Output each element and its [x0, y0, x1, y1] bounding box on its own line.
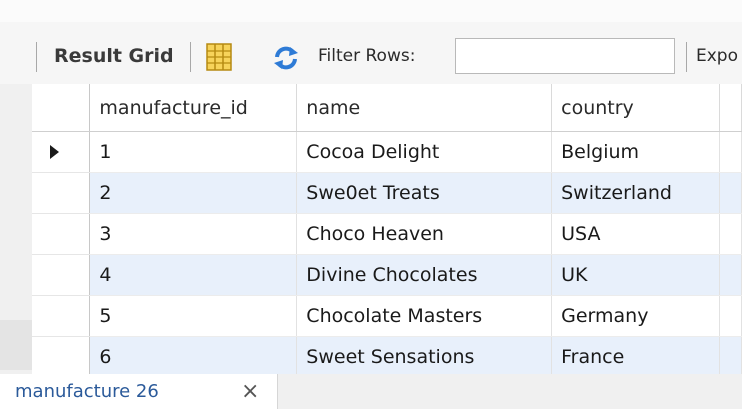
cell-manufacture-id[interactable]: 5: [89, 295, 298, 337]
cell-filler: [719, 295, 742, 337]
current-row-arrow-icon: [50, 145, 59, 159]
tab-manufacture-26[interactable]: manufacture 26 ×: [0, 374, 278, 409]
table-row[interactable]: 5 Chocolate Masters Germany: [32, 295, 742, 337]
cell-manufacture-id[interactable]: 6: [89, 336, 298, 374]
result-table: manufacture_id name country 1 Cocoa Deli…: [32, 84, 742, 374]
row-indicator[interactable]: [32, 172, 91, 214]
row-indicator[interactable]: [32, 254, 91, 296]
cell-name[interactable]: Divine Chocolates: [296, 254, 553, 296]
table-row[interactable]: 2 Swe0et Treats Switzerland: [32, 172, 742, 214]
result-tab-bar: manufacture 26 ×: [0, 374, 742, 409]
export-button[interactable]: Expo: [696, 46, 738, 66]
filter-rows-label: Filter Rows:: [318, 46, 416, 66]
close-icon[interactable]: ×: [241, 380, 259, 404]
row-indicator[interactable]: [32, 295, 91, 337]
cell-country[interactable]: Belgium: [551, 131, 720, 173]
row-indicator-header: [32, 84, 91, 132]
cell-country[interactable]: France: [551, 336, 720, 374]
result-grid-label: Result Grid: [54, 45, 174, 67]
header-row: manufacture_id name country: [32, 84, 742, 132]
cell-manufacture-id[interactable]: 4: [89, 254, 298, 296]
refresh-icon[interactable]: [272, 44, 300, 72]
cell-filler: [719, 131, 742, 173]
toolbar-separator: [36, 42, 37, 72]
cell-manufacture-id[interactable]: 2: [89, 172, 298, 214]
column-header-name[interactable]: name: [296, 84, 553, 132]
cell-filler: [719, 254, 742, 296]
cell-filler: [719, 336, 742, 374]
cell-name[interactable]: Cocoa Delight: [296, 131, 553, 173]
column-header-filler: [719, 84, 742, 132]
grid-layout-icon[interactable]: [206, 43, 232, 71]
cell-name[interactable]: Swe0et Treats: [296, 172, 553, 214]
top-strip: [0, 0, 742, 22]
filter-rows-input[interactable]: [455, 38, 675, 74]
table-row[interactable]: 3 Choco Heaven USA: [32, 213, 742, 255]
row-indicator[interactable]: [32, 336, 91, 374]
column-header-manufacture-id[interactable]: manufacture_id: [89, 84, 298, 132]
table-row[interactable]: 6 Sweet Sensations France: [32, 336, 742, 374]
table-row[interactable]: 4 Divine Chocolates UK: [32, 254, 742, 296]
grid-gutter: [0, 320, 32, 370]
column-header-country[interactable]: country: [551, 84, 720, 132]
cell-country[interactable]: Germany: [551, 295, 720, 337]
table-row[interactable]: 1 Cocoa Delight Belgium: [32, 131, 742, 173]
cell-manufacture-id[interactable]: 3: [89, 213, 298, 255]
cell-country[interactable]: USA: [551, 213, 720, 255]
toolbar-separator: [190, 42, 191, 72]
cell-filler: [719, 172, 742, 214]
cell-name[interactable]: Choco Heaven: [296, 213, 553, 255]
cell-country[interactable]: Switzerland: [551, 172, 720, 214]
tab-label: manufacture 26: [15, 381, 159, 402]
cell-country[interactable]: UK: [551, 254, 720, 296]
cell-manufacture-id[interactable]: 1: [89, 131, 298, 173]
cell-filler: [719, 213, 742, 255]
cell-name[interactable]: Chocolate Masters: [296, 295, 553, 337]
result-toolbar: Result Grid Filter Rows: Expo: [0, 22, 742, 84]
toolbar-separator: [686, 42, 687, 72]
row-indicator[interactable]: [32, 131, 91, 173]
cell-name[interactable]: Sweet Sensations: [296, 336, 553, 374]
result-grid: manufacture_id name country 1 Cocoa Deli…: [32, 84, 742, 374]
row-indicator[interactable]: [32, 213, 91, 255]
